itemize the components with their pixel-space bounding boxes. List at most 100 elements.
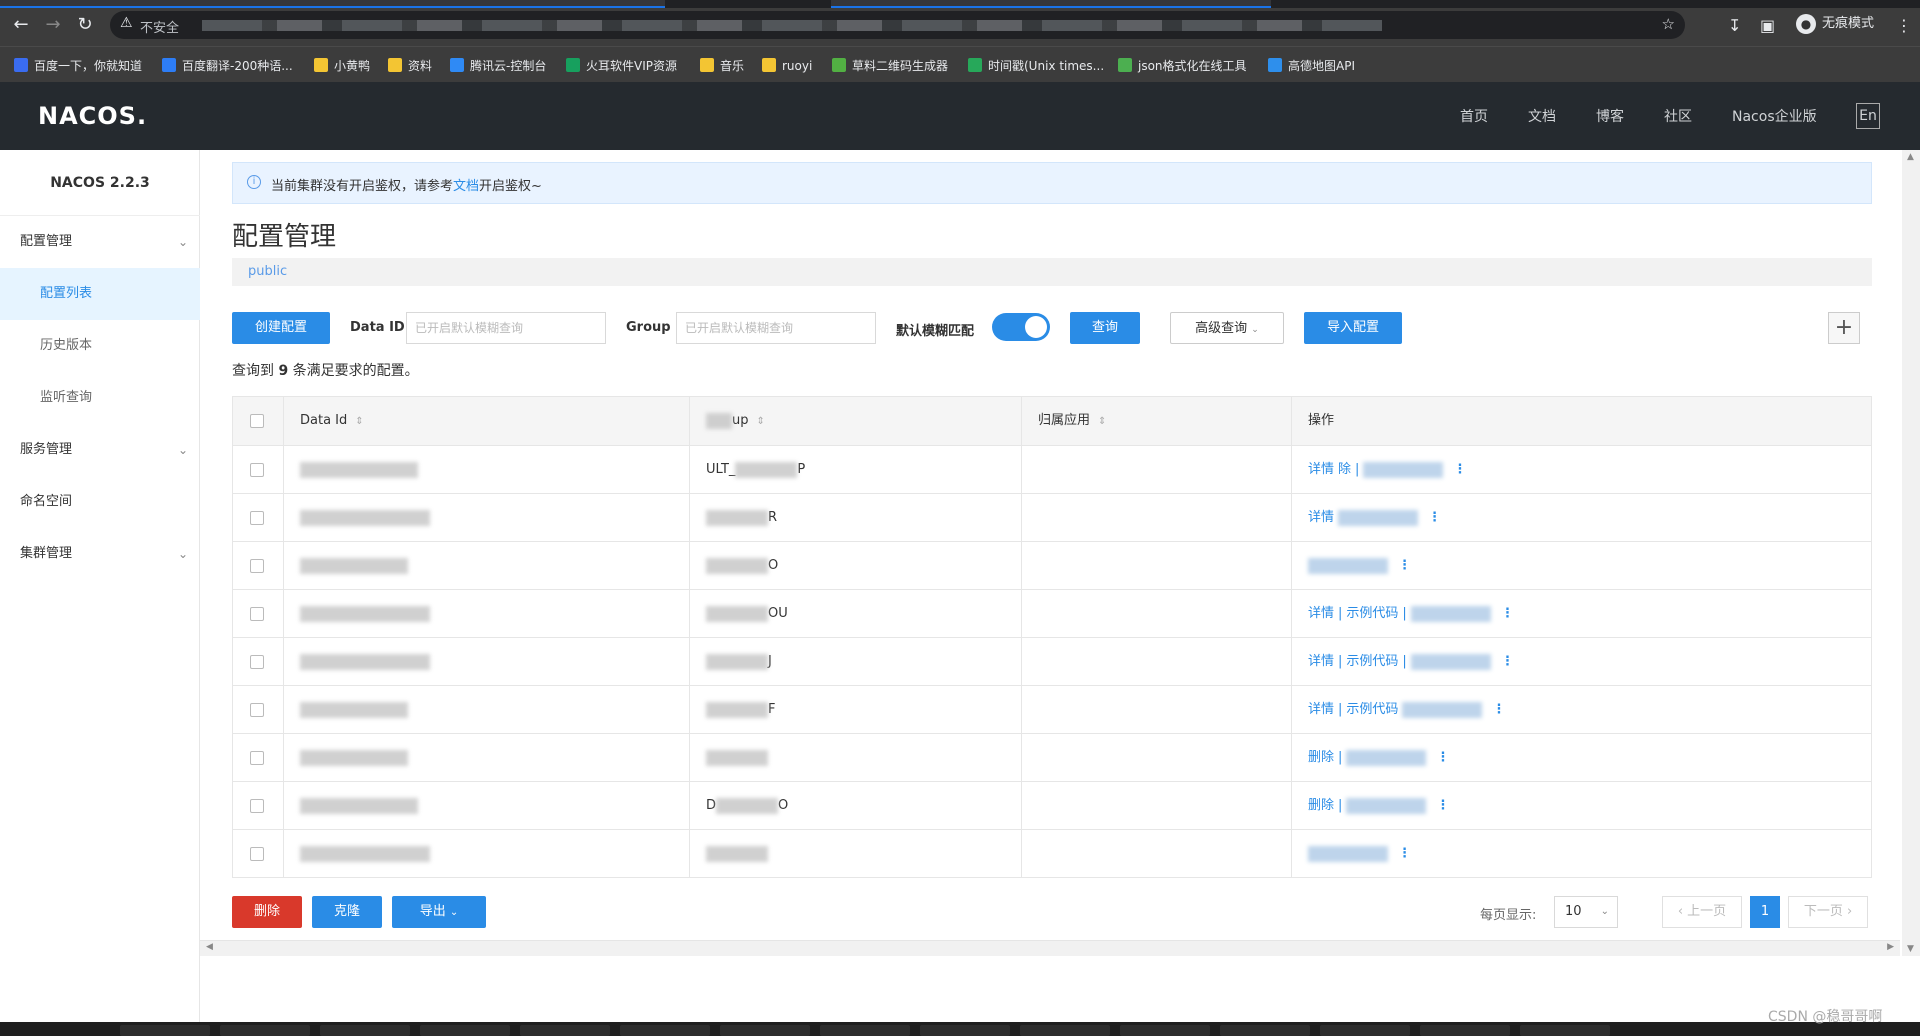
docs-link[interactable]: 文档 xyxy=(453,179,479,194)
op-link[interactable]: 详情 xyxy=(1308,510,1334,525)
bookmark-item[interactable]: 时间戳(Unix times... xyxy=(968,57,1104,75)
table-row[interactable]: D O 删除 | ⋮ xyxy=(233,781,1871,830)
header-group[interactable]: up ⇕ xyxy=(689,397,1021,445)
more-icon[interactable]: ⋮ xyxy=(1436,750,1449,765)
page-size-select[interactable]: 10 ⌄ xyxy=(1554,896,1618,928)
sort-icon[interactable]: ⇕ xyxy=(757,416,765,427)
forward-icon[interactable]: → xyxy=(42,14,64,36)
bookmark-item[interactable]: 资料 xyxy=(388,57,432,75)
op-link[interactable]: 删除 xyxy=(1308,798,1334,813)
prev-page-button[interactable]: ‹ 上一页 xyxy=(1662,896,1742,928)
table-row[interactable]: 删除 | ⋮ xyxy=(233,733,1871,782)
row-checkbox[interactable] xyxy=(250,606,264,621)
taskbar-item[interactable] xyxy=(1420,1025,1510,1036)
header-dataid[interactable]: Data Id ⇕ xyxy=(283,397,689,445)
import-config-button[interactable]: 导入配置 xyxy=(1304,312,1402,344)
nav-blog[interactable]: 博客 xyxy=(1596,106,1624,126)
back-icon[interactable]: ← xyxy=(10,14,32,36)
more-icon[interactable]: ⋮ xyxy=(1436,798,1449,813)
op-link[interactable]: | xyxy=(1338,654,1342,669)
nav-enterprise[interactable]: Nacos企业版 xyxy=(1732,106,1817,126)
taskbar-item[interactable] xyxy=(320,1025,410,1036)
bookmark-item[interactable]: ruoyi xyxy=(762,57,812,75)
address-bar[interactable]: ⚠ 不安全 ☆ xyxy=(110,11,1685,39)
taskbar-item[interactable] xyxy=(1120,1025,1210,1036)
table-row[interactable]: J 详情 | 示例代码 | ⋮ xyxy=(233,637,1871,686)
op-link[interactable]: 示例代码 xyxy=(1346,702,1398,717)
row-checkbox[interactable] xyxy=(250,654,264,669)
bookmark-star-icon[interactable]: ☆ xyxy=(1662,15,1675,33)
taskbar-item[interactable] xyxy=(1020,1025,1110,1036)
browser-tab[interactable] xyxy=(831,0,1271,8)
vertical-scrollbar[interactable]: ▲ ▼ xyxy=(1902,150,1920,956)
table-row[interactable]: ULT_ P 详情除 | ⋮ xyxy=(233,445,1871,494)
sidebar-item[interactable]: 历史版本 xyxy=(0,320,200,372)
op-link[interactable]: 详情 xyxy=(1308,702,1334,717)
advanced-query-button[interactable]: 高级查询 ⌄ xyxy=(1170,312,1284,344)
table-row[interactable]: ⋮ xyxy=(233,829,1871,878)
row-checkbox[interactable] xyxy=(250,846,264,861)
op-link[interactable]: 详情 xyxy=(1308,654,1334,669)
scroll-up-icon[interactable]: ▲ xyxy=(1907,152,1914,162)
more-icon[interactable]: ⋮ xyxy=(1398,558,1411,573)
row-checkbox[interactable] xyxy=(250,558,264,573)
op-link[interactable]: 详情 xyxy=(1308,462,1334,477)
op-link[interactable]: | xyxy=(1338,702,1342,717)
sidepanel-icon[interactable]: ▣ xyxy=(1760,16,1775,36)
more-icon[interactable]: ⋮ xyxy=(1501,654,1514,669)
taskbar-item[interactable] xyxy=(120,1025,210,1036)
more-icon[interactable]: ⋮ xyxy=(1398,846,1411,861)
language-toggle[interactable]: En xyxy=(1856,103,1880,129)
taskbar-item[interactable] xyxy=(1220,1025,1310,1036)
bookmark-item[interactable]: 火耳软件VIP资源 xyxy=(566,57,677,75)
sort-icon[interactable]: ⇕ xyxy=(1098,416,1106,427)
op-link[interactable]: 详情 xyxy=(1308,606,1334,621)
delete-button[interactable]: 删除 xyxy=(232,896,302,928)
taskbar-item[interactable] xyxy=(420,1025,510,1036)
header-app[interactable]: 归属应用 ⇕ xyxy=(1021,397,1291,445)
bookmark-item[interactable]: 草料二维码生成器 xyxy=(832,57,948,75)
bookmark-item[interactable]: 小黄鸭 xyxy=(314,57,370,75)
op-link[interactable]: 示例代码 xyxy=(1346,654,1398,669)
namespace-public[interactable]: public xyxy=(248,264,287,279)
op-link[interactable]: | xyxy=(1338,606,1342,621)
op-link[interactable]: | xyxy=(1338,798,1342,813)
taskbar-item[interactable] xyxy=(520,1025,610,1036)
taskbar-item[interactable] xyxy=(720,1025,810,1036)
scroll-left-icon[interactable]: ◀ xyxy=(206,942,213,952)
op-link[interactable]: | xyxy=(1402,654,1406,669)
bookmark-item[interactable]: json格式化在线工具 xyxy=(1118,57,1247,75)
table-row[interactable]: R 详情 ⋮ xyxy=(233,493,1871,542)
reload-icon[interactable]: ↻ xyxy=(74,14,96,36)
taskbar-item[interactable] xyxy=(1320,1025,1410,1036)
more-icon[interactable]: ⋮ xyxy=(1501,606,1514,621)
bookmark-item[interactable]: 高德地图API xyxy=(1268,57,1355,75)
table-row[interactable]: OU 详情 | 示例代码 | ⋮ xyxy=(233,589,1871,638)
menu-icon[interactable]: ⋮ xyxy=(1896,16,1912,36)
page-1-button[interactable]: 1 xyxy=(1750,896,1780,928)
bookmark-item[interactable]: 百度翻译-200种语... xyxy=(162,57,293,75)
sidebar-item[interactable]: 服务管理 ⌄ xyxy=(0,424,200,476)
dataid-input[interactable]: 已开启默认模糊查询 xyxy=(406,312,606,344)
bookmark-item[interactable]: 腾讯云-控制台 xyxy=(450,57,546,75)
query-button[interactable]: 查询 xyxy=(1070,312,1140,344)
nacos-logo[interactable]: NACOS. xyxy=(38,102,147,130)
bookmark-item[interactable]: 音乐 xyxy=(700,57,744,75)
sidebar-item[interactable]: 监听查询 xyxy=(0,372,200,424)
op-link[interactable]: 删除 xyxy=(1308,750,1334,765)
sidebar-item[interactable]: 配置管理 ⌄ xyxy=(0,216,200,268)
sort-icon[interactable]: ⇕ xyxy=(355,416,363,427)
taskbar-item[interactable] xyxy=(220,1025,310,1036)
row-checkbox[interactable] xyxy=(250,750,264,765)
create-config-button[interactable]: 创建配置 xyxy=(232,312,330,344)
op-link[interactable]: | xyxy=(1355,462,1359,477)
more-icon[interactable]: ⋮ xyxy=(1453,462,1466,477)
more-icon[interactable]: ⋮ xyxy=(1428,510,1441,525)
op-link[interactable]: 除 xyxy=(1338,462,1351,477)
row-checkbox[interactable] xyxy=(250,462,264,477)
row-checkbox[interactable] xyxy=(250,510,264,525)
op-link[interactable]: | xyxy=(1338,750,1342,765)
clone-button[interactable]: 克隆 xyxy=(312,896,382,928)
fuzzy-match-toggle[interactable] xyxy=(992,313,1050,341)
nav-community[interactable]: 社区 xyxy=(1664,106,1692,126)
